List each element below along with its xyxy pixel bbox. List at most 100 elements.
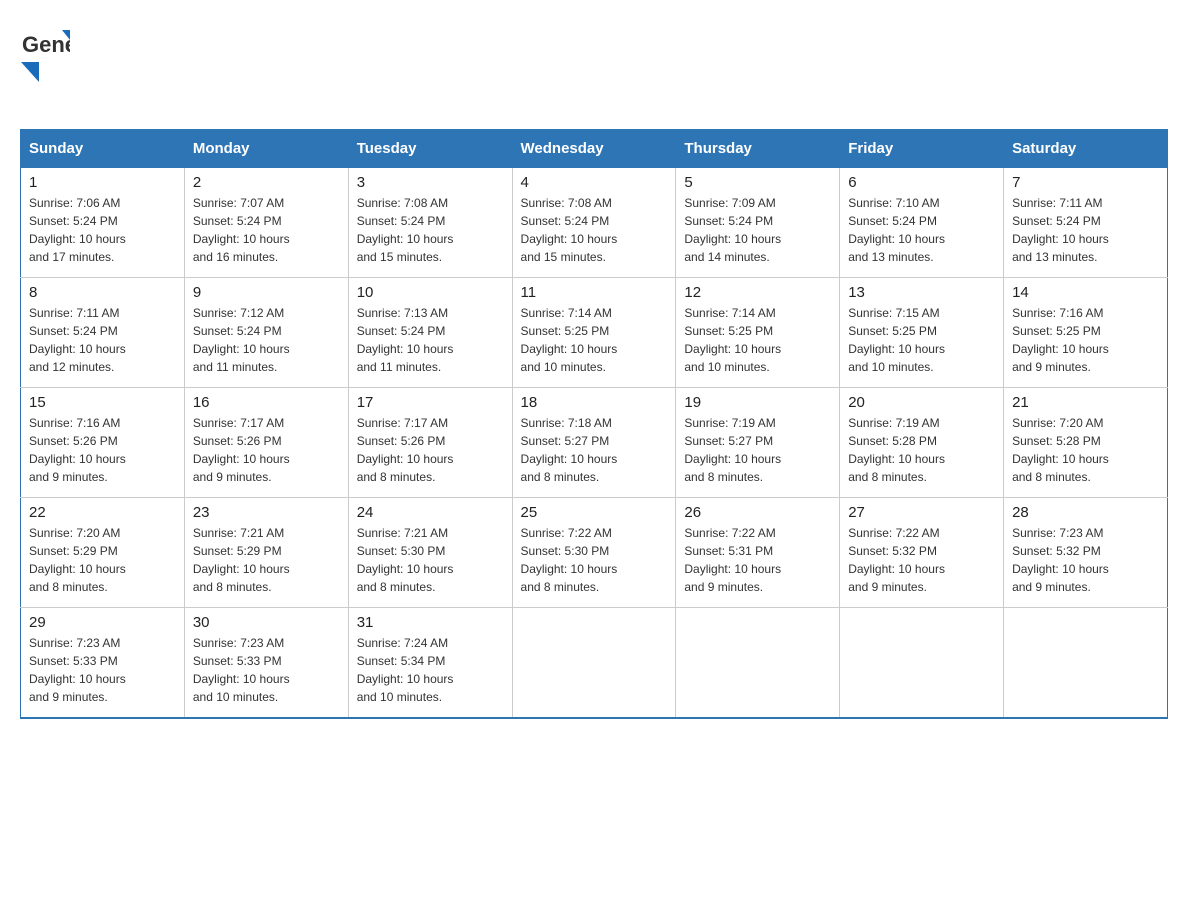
calendar-cell: 7Sunrise: 7:11 AMSunset: 5:24 PMDaylight… xyxy=(1004,168,1168,278)
calendar-cell: 30 Sunrise: 7:23 AMSunset: 5:33 PMDayligh… xyxy=(184,608,348,718)
calendar-cell: 29Sunrise: 7:23 AMSunset: 5:33 PMDayligh… xyxy=(21,608,185,718)
day-number: 29 xyxy=(29,614,176,631)
day-number: 11 xyxy=(521,284,668,301)
header-cell-thursday: Thursday xyxy=(676,130,840,168)
day-info: Sunrise: 7:14 AMSunset: 5:25 PMDaylight:… xyxy=(521,304,668,376)
day-number: 14 xyxy=(1012,284,1159,301)
calendar-cell: 16 Sunrise: 7:17 AMSunset: 5:26 PMDayligh… xyxy=(184,388,348,498)
day-number: 5 xyxy=(684,174,831,191)
day-info: Sunrise: 7:21 AMSunset: 5:29 PMDaylight:… xyxy=(193,524,340,596)
header-cell-saturday: Saturday xyxy=(1004,130,1168,168)
calendar-cell: 25 Sunrise: 7:22 AMSunset: 5:30 PMDayligh… xyxy=(512,498,676,608)
calendar-cell: 12 Sunrise: 7:14 AMSunset: 5:25 PMDayligh… xyxy=(676,278,840,388)
day-info: Sunrise: 7:18 AMSunset: 5:27 PMDaylight:… xyxy=(521,414,668,486)
day-info: Sunrise: 7:11 AMSunset: 5:24 PMDaylight:… xyxy=(29,304,176,376)
day-info: Sunrise: 7:17 AMSunset: 5:26 PMDaylight:… xyxy=(193,414,340,486)
calendar-cell: 11 Sunrise: 7:14 AMSunset: 5:25 PMDayligh… xyxy=(512,278,676,388)
day-info: Sunrise: 7:23 AMSunset: 5:33 PMDaylight:… xyxy=(193,634,340,706)
calendar-header: SundayMondayTuesdayWednesdayThursdayFrid… xyxy=(21,130,1168,168)
calendar-cell: 20 Sunrise: 7:19 AMSunset: 5:28 PMDayligh… xyxy=(840,388,1004,498)
day-number: 19 xyxy=(684,394,831,411)
day-number: 21 xyxy=(1012,394,1159,411)
day-number: 2 xyxy=(193,174,340,191)
day-info: Sunrise: 7:15 AMSunset: 5:25 PMDaylight:… xyxy=(848,304,995,376)
day-info: Sunrise: 7:22 AMSunset: 5:30 PMDaylight:… xyxy=(521,524,668,596)
day-number: 15 xyxy=(29,394,176,411)
day-info: Sunrise: 7:19 AMSunset: 5:28 PMDaylight:… xyxy=(848,414,995,486)
day-info: Sunrise: 7:14 AMSunset: 5:25 PMDaylight:… xyxy=(684,304,831,376)
day-info: Sunrise: 7:07 AMSunset: 5:24 PMDaylight:… xyxy=(193,194,340,266)
day-number: 23 xyxy=(193,504,340,521)
day-number: 25 xyxy=(521,504,668,521)
day-number: 31 xyxy=(357,614,504,631)
calendar-cell: 23 Sunrise: 7:21 AMSunset: 5:29 PMDayligh… xyxy=(184,498,348,608)
calendar-cell: 5 Sunrise: 7:09 AMSunset: 5:24 PMDaylight… xyxy=(676,168,840,278)
calendar-cell: 8 Sunrise: 7:11 AMSunset: 5:24 PMDaylight… xyxy=(21,278,185,388)
calendar-cell xyxy=(840,608,1004,718)
calendar-cell: 1 Sunrise: 7:06 AMSunset: 5:24 PMDaylight… xyxy=(21,168,185,278)
day-number: 1 xyxy=(29,174,176,191)
logo: General xyxy=(20,20,70,109)
day-info: Sunrise: 7:09 AMSunset: 5:24 PMDaylight:… xyxy=(684,194,831,266)
calendar-cell: 31 Sunrise: 7:24 AMSunset: 5:34 PMDayligh… xyxy=(348,608,512,718)
page-header: General xyxy=(20,20,1168,109)
calendar-week-1: 1 Sunrise: 7:06 AMSunset: 5:24 PMDaylight… xyxy=(21,168,1168,278)
calendar-cell: 19 Sunrise: 7:19 AMSunset: 5:27 PMDayligh… xyxy=(676,388,840,498)
day-info: Sunrise: 7:20 AMSunset: 5:29 PMDaylight:… xyxy=(29,524,176,596)
calendar-cell: 14 Sunrise: 7:16 AMSunset: 5:25 PMDayligh… xyxy=(1004,278,1168,388)
day-info: Sunrise: 7:06 AMSunset: 5:24 PMDaylight:… xyxy=(29,194,176,266)
calendar-cell: 9Sunrise: 7:12 AMSunset: 5:24 PMDaylight… xyxy=(184,278,348,388)
day-info: Sunrise: 7:08 AMSunset: 5:24 PMDaylight:… xyxy=(521,194,668,266)
day-number: 30 xyxy=(193,614,340,631)
day-info: Sunrise: 7:22 AMSunset: 5:32 PMDaylight:… xyxy=(848,524,995,596)
day-info: Sunrise: 7:19 AMSunset: 5:27 PMDaylight:… xyxy=(684,414,831,486)
calendar-cell: 28Sunrise: 7:23 AMSunset: 5:32 PMDayligh… xyxy=(1004,498,1168,608)
day-info: Sunrise: 7:24 AMSunset: 5:34 PMDaylight:… xyxy=(357,634,504,706)
day-number: 3 xyxy=(357,174,504,191)
day-number: 12 xyxy=(684,284,831,301)
day-number: 20 xyxy=(848,394,995,411)
day-info: Sunrise: 7:21 AMSunset: 5:30 PMDaylight:… xyxy=(357,524,504,596)
calendar-cell: 22 Sunrise: 7:20 AMSunset: 5:29 PMDayligh… xyxy=(21,498,185,608)
day-info: Sunrise: 7:17 AMSunset: 5:26 PMDaylight:… xyxy=(357,414,504,486)
calendar-week-2: 8 Sunrise: 7:11 AMSunset: 5:24 PMDaylight… xyxy=(21,278,1168,388)
calendar-cell: 13Sunrise: 7:15 AMSunset: 5:25 PMDayligh… xyxy=(840,278,1004,388)
logo-triangle-icon xyxy=(21,62,39,82)
day-info: Sunrise: 7:20 AMSunset: 5:28 PMDaylight:… xyxy=(1012,414,1159,486)
day-number: 16 xyxy=(193,394,340,411)
calendar-cell: 4 Sunrise: 7:08 AMSunset: 5:24 PMDaylight… xyxy=(512,168,676,278)
day-info: Sunrise: 7:08 AMSunset: 5:24 PMDaylight:… xyxy=(357,194,504,266)
calendar-cell: 3 Sunrise: 7:08 AMSunset: 5:24 PMDaylight… xyxy=(348,168,512,278)
calendar-cell: 24 Sunrise: 7:21 AMSunset: 5:30 PMDayligh… xyxy=(348,498,512,608)
calendar-cell: 27 Sunrise: 7:22 AMSunset: 5:32 PMDayligh… xyxy=(840,498,1004,608)
day-number: 4 xyxy=(521,174,668,191)
calendar-cell xyxy=(676,608,840,718)
calendar-week-5: 29 Sunrise: 7:23 AMSunset: 5:33 PMDayligh… xyxy=(21,608,1168,718)
day-info: Sunrise: 7:11 AMSunset: 5:24 PMDaylight:… xyxy=(1012,194,1159,266)
header-cell-monday: Monday xyxy=(184,130,348,168)
header-cell-wednesday: Wednesday xyxy=(512,130,676,168)
calendar-cell: 6 Sunrise: 7:10 AMSunset: 5:24 PMDaylight… xyxy=(840,168,1004,278)
calendar-cell: 2 Sunrise: 7:07 AMSunset: 5:24 PMDaylight… xyxy=(184,168,348,278)
day-info: Sunrise: 7:10 AMSunset: 5:24 PMDaylight:… xyxy=(848,194,995,266)
calendar-cell: 18 Sunrise: 7:18 AMSunset: 5:27 PMDayligh… xyxy=(512,388,676,498)
day-number: 6 xyxy=(848,174,995,191)
calendar-table: SundayMondayTuesdayWednesdayThursdayFrid… xyxy=(20,129,1168,719)
day-number: 22 xyxy=(29,504,176,521)
day-number: 18 xyxy=(521,394,668,411)
day-number: 9 xyxy=(193,284,340,301)
day-info: Sunrise: 7:16 AMSunset: 5:26 PMDaylight:… xyxy=(29,414,176,486)
header-cell-friday: Friday xyxy=(840,130,1004,168)
day-number: 17 xyxy=(357,394,504,411)
day-number: 27 xyxy=(848,504,995,521)
calendar-week-3: 15 Sunrise: 7:16 AMSunset: 5:26 PMDayligh… xyxy=(21,388,1168,498)
header-row: SundayMondayTuesdayWednesdayThursdayFrid… xyxy=(21,130,1168,168)
day-info: Sunrise: 7:16 AMSunset: 5:25 PMDaylight:… xyxy=(1012,304,1159,376)
calendar-cell xyxy=(512,608,676,718)
day-number: 24 xyxy=(357,504,504,521)
calendar-week-4: 22 Sunrise: 7:20 AMSunset: 5:29 PMDayligh… xyxy=(21,498,1168,608)
day-number: 8 xyxy=(29,284,176,301)
header-cell-sunday: Sunday xyxy=(21,130,185,168)
day-number: 28 xyxy=(1012,504,1159,521)
calendar-cell: 21 Sunrise: 7:20 AMSunset: 5:28 PMDayligh… xyxy=(1004,388,1168,498)
